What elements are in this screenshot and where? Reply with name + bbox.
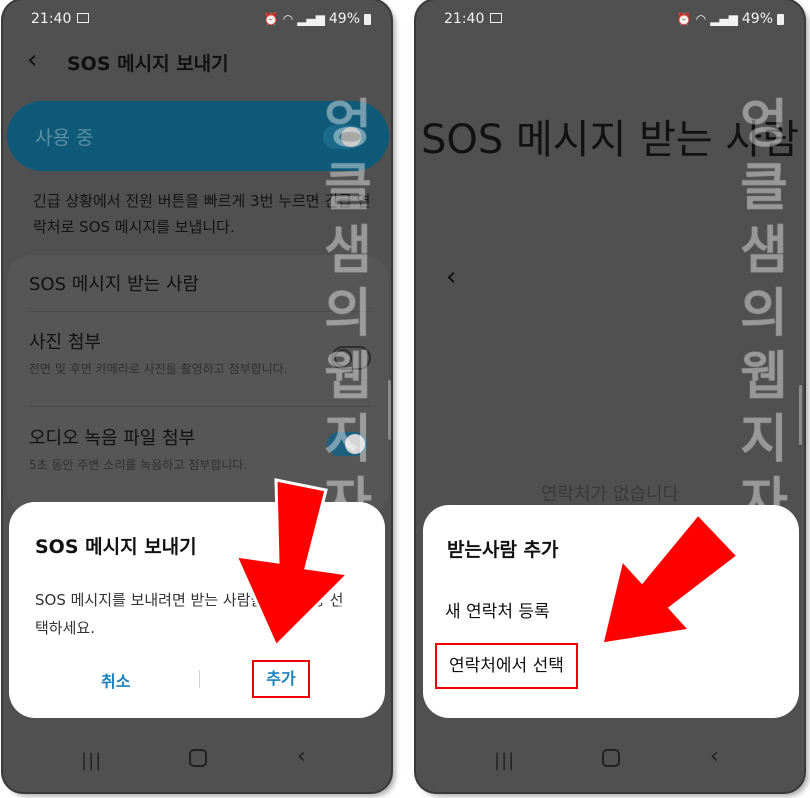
sos-description: 긴급 상황에서 전원 버튼을 빠르게 3번 누르면 긴급 연락처로 SOS 메시… bbox=[33, 192, 371, 236]
scrollbar[interactable] bbox=[799, 385, 802, 445]
recipients-row[interactable]: SOS 메시지 받는 사람 bbox=[29, 270, 371, 296]
toggle-knob bbox=[341, 127, 361, 147]
nav-bar: ||| ‹ bbox=[416, 726, 804, 792]
photo-subtitle: 전면 및 후면 카메라로 사진을 촬영하고 첨부합니다. bbox=[29, 362, 288, 376]
home-icon[interactable] bbox=[602, 749, 620, 767]
status-time: 21:40 bbox=[444, 11, 485, 27]
battery-text: 49% bbox=[741, 11, 773, 27]
wifi-icon: ◠ bbox=[695, 12, 707, 26]
back-icon[interactable]: ‹ bbox=[27, 46, 37, 74]
recent-apps-icon[interactable]: ||| bbox=[81, 750, 102, 771]
audio-subtitle: 5초 동안 주변 소리를 녹음하고 첨부합니다. bbox=[29, 458, 248, 472]
home-icon[interactable] bbox=[189, 749, 207, 767]
select-contact-option[interactable]: 연락처에서 선택 bbox=[435, 643, 578, 689]
empty-contacts-text: 연락처가 없습니다 bbox=[540, 484, 680, 505]
add-button[interactable]: 추가 bbox=[252, 660, 310, 698]
toggle-knob bbox=[345, 434, 365, 454]
recent-apps-icon[interactable]: ||| bbox=[494, 750, 515, 771]
recipients-label: SOS 메시지 받는 사람 bbox=[29, 274, 200, 295]
status-icons: ⏰ ◠ ▂▄▆ 49% bbox=[264, 11, 371, 27]
photo-row[interactable]: 사진 첨부 전면 및 후면 카메라로 사진을 촬영하고 첨부합니다. bbox=[29, 328, 311, 378]
sheet-title: 받는사람 추가 bbox=[447, 539, 559, 561]
button-separator bbox=[199, 670, 200, 688]
page-title: SOS 메시지 보내기 bbox=[67, 53, 229, 75]
master-switch-label: 사용 중 bbox=[35, 127, 94, 149]
master-switch-bar[interactable]: 사용 중 bbox=[7, 101, 389, 171]
new-contact-option[interactable]: 새 연락처 등록 bbox=[445, 597, 550, 622]
image-icon bbox=[77, 13, 89, 23]
page-title: SOS 메시지 받는 사람 bbox=[420, 117, 799, 163]
photo-title: 사진 첨부 bbox=[29, 332, 101, 353]
signal-icon: ▂▄▆ bbox=[297, 12, 325, 26]
app-bar: ‹ SOS 메시지 보내기 bbox=[3, 40, 391, 84]
signal-icon: ▂▄▆ bbox=[710, 12, 738, 26]
audio-toggle[interactable] bbox=[327, 432, 367, 456]
add-recipient-sheet: 받는사람 추가 새 연락처 등록 연락처에서 선택 bbox=[423, 505, 799, 718]
image-icon bbox=[490, 13, 502, 23]
audio-row[interactable]: 오디오 녹음 파일 첨부 5초 동안 주변 소리를 녹음하고 첨부합니다. bbox=[29, 424, 311, 474]
dialog-title: SOS 메시지 보내기 bbox=[35, 536, 197, 558]
phone-left: 21:40 ⏰ ◠ ▂▄▆ 49% ‹ SOS 메시지 보내기 사용 중 긴급 … bbox=[3, 0, 391, 792]
toggle-knob bbox=[334, 349, 352, 367]
dialog-message: SOS 메시지를 보내려면 받는 사람을 1명 이상 선택하세요. bbox=[35, 591, 344, 637]
status-bar: 21:40 ⏰ ◠ ▂▄▆ 49% bbox=[416, 0, 804, 38]
nav-back-icon[interactable]: ‹ bbox=[710, 744, 719, 769]
divider bbox=[29, 406, 371, 407]
nav-bar: ||| ‹ bbox=[3, 726, 391, 792]
back-icon[interactable]: ‹ bbox=[446, 262, 456, 292]
alarm-icon: ⏰ bbox=[676, 12, 692, 26]
master-toggle[interactable] bbox=[323, 125, 363, 149]
divider bbox=[29, 311, 371, 312]
phone-right: 21:40 ⏰ ◠ ▂▄▆ 49% SOS 메시지 받는 사람 ‹ 연락처가 없… bbox=[416, 0, 804, 792]
battery-icon bbox=[777, 13, 784, 25]
battery-text: 49% bbox=[328, 11, 360, 27]
status-time: 21:40 bbox=[31, 11, 72, 27]
photo-toggle[interactable] bbox=[331, 346, 371, 370]
battery-icon bbox=[364, 13, 371, 25]
status-icons: ⏰ ◠ ▂▄▆ 49% bbox=[677, 11, 784, 27]
cancel-button[interactable]: 취소 bbox=[101, 668, 130, 692]
status-bar: 21:40 ⏰ ◠ ▂▄▆ 49% bbox=[3, 0, 391, 38]
wifi-icon: ◠ bbox=[282, 12, 294, 26]
alarm-icon: ⏰ bbox=[263, 12, 279, 26]
scrollbar[interactable] bbox=[388, 380, 391, 440]
audio-title: 오디오 녹음 파일 첨부 bbox=[29, 428, 196, 449]
sos-dialog: SOS 메시지 보내기 SOS 메시지를 보내려면 받는 사람을 1명 이상 선… bbox=[9, 502, 385, 718]
nav-back-icon[interactable]: ‹ bbox=[297, 744, 306, 769]
